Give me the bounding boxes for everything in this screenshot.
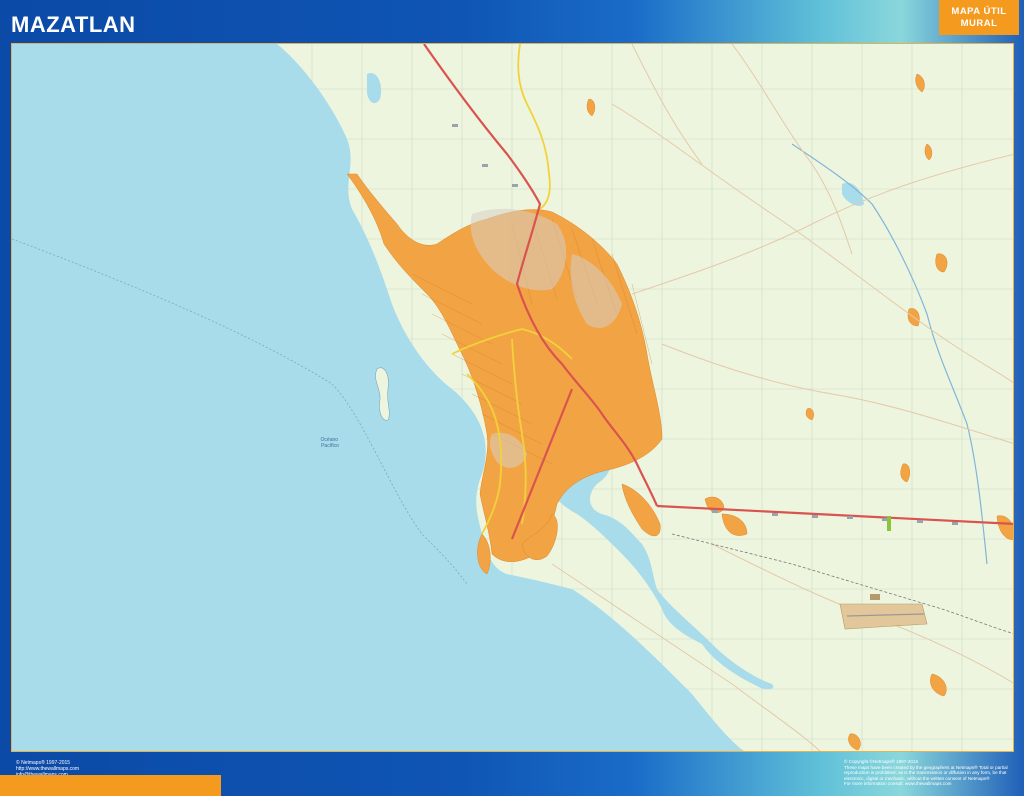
airport	[839, 594, 928, 630]
badge-line-2: MURAL	[960, 17, 998, 29]
footer-right-line-3: reproduction is prohibited; as is the tr…	[844, 770, 1007, 776]
ocean-label-line-2: Pacífico	[321, 443, 339, 449]
ocean-label: Océano Pacífico	[321, 437, 340, 449]
map-canvas: Océano Pacífico	[12, 44, 1013, 751]
lagoon-northwest	[366, 73, 382, 104]
map-title: MAZATLAN	[11, 12, 136, 37]
badge-line-1: MAPA ÚTIL	[951, 5, 1007, 17]
river	[791, 143, 988, 565]
footer-right: © Copyright ©Netmaps® 1997-2015 These ma…	[844, 759, 1016, 787]
map-area[interactable]: Océano Pacífico	[11, 43, 1014, 752]
mapa-util-badge: MAPA ÚTIL MURAL	[939, 0, 1019, 35]
park	[887, 516, 891, 531]
footer-right-line-5: For more information consult: www.thewal…	[844, 781, 952, 787]
orange-strip	[0, 775, 221, 796]
